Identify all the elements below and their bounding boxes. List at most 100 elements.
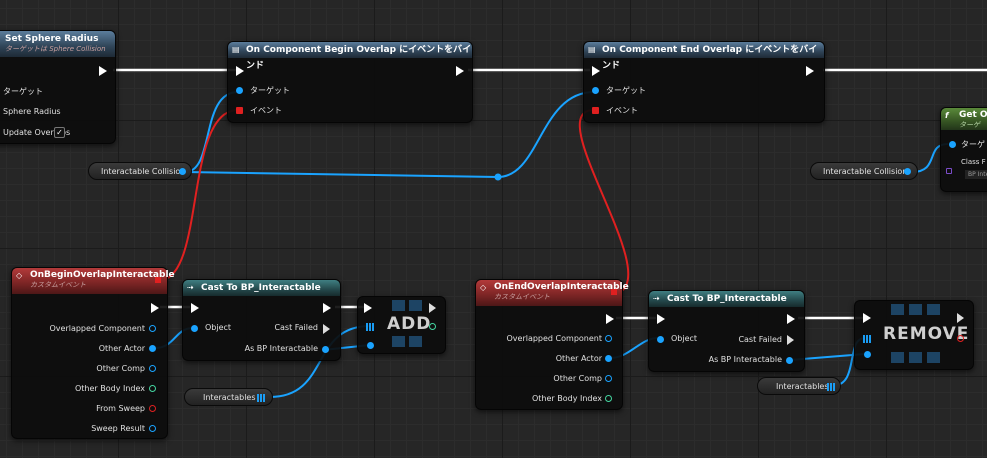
cast-to-bp-interactable-node[interactable]: ⇢ Cast To BP_Interactable Object Cast Fa… bbox=[182, 279, 341, 361]
other-body-index-pin[interactable] bbox=[149, 385, 156, 392]
index-out-pin[interactable] bbox=[429, 323, 436, 330]
node-subtitle: ターゲットは Sphere Collision bbox=[5, 45, 106, 53]
event-pin[interactable] bbox=[592, 107, 599, 114]
exec-out-pin[interactable] bbox=[606, 314, 614, 324]
remove-label: REMOVE bbox=[883, 324, 970, 344]
object-pin[interactable] bbox=[191, 325, 198, 332]
pin-label-as-bp-interactable: As BP Interactable bbox=[244, 344, 318, 353]
pin-label-other-comp: Other Comp bbox=[96, 364, 145, 373]
interactables-variable[interactable]: Interactables bbox=[184, 388, 273, 406]
node-title: Set Sphere Radius bbox=[5, 34, 99, 44]
on-end-overlap-interactable-event[interactable]: ◇ OnEndOverlapInteractable カスタムイベント Over… bbox=[475, 279, 629, 410]
other-comp-pin[interactable] bbox=[149, 365, 156, 372]
event-diamond-icon: ◇ bbox=[480, 283, 487, 292]
return-bool-pin[interactable] bbox=[957, 335, 964, 342]
node-subtitle: カスタムイベント bbox=[494, 293, 550, 301]
exec-out-pin[interactable] bbox=[806, 66, 814, 76]
bind-end-overlap-node[interactable]: ▤ On Component End Overlap にイベントをバインド ター… bbox=[583, 41, 825, 123]
exec-out-pin[interactable] bbox=[151, 303, 159, 313]
target-pin[interactable] bbox=[592, 87, 599, 94]
variable-label: Interactable Collision bbox=[101, 167, 186, 176]
pin-label-cast-failed: Cast Failed bbox=[274, 323, 318, 332]
other-comp-pin[interactable] bbox=[605, 375, 612, 382]
array-cell-decoration bbox=[409, 300, 422, 311]
node-title: On Component Begin Overlap にイベントをバインド bbox=[246, 45, 472, 71]
variable-out-pin[interactable] bbox=[904, 168, 911, 175]
exec-out-pin[interactable] bbox=[787, 314, 795, 324]
exec-in-pin[interactable] bbox=[592, 66, 600, 76]
array-pin-icon[interactable] bbox=[863, 335, 871, 343]
event-pin[interactable] bbox=[236, 107, 243, 114]
array-cell-decoration bbox=[909, 304, 922, 315]
pin-label-other-actor: Other Actor bbox=[98, 344, 145, 353]
pin-label-class-filter: Class F bbox=[961, 158, 986, 166]
from-sweep-pin[interactable] bbox=[149, 405, 156, 412]
target-pin[interactable] bbox=[949, 141, 956, 148]
array-cell-decoration bbox=[891, 304, 904, 315]
interactable-collision-variable[interactable]: Interactable Collision bbox=[810, 162, 918, 180]
class-filter-value[interactable]: BP Inte bbox=[965, 170, 987, 179]
array-remove-node[interactable]: REMOVE bbox=[854, 300, 974, 370]
variable-label: Interactables bbox=[776, 382, 829, 391]
cast-to-bp-interactable-node[interactable]: ⇢ Cast To BP_Interactable Object Cast Fa… bbox=[648, 290, 805, 372]
other-body-index-pin[interactable] bbox=[605, 395, 612, 402]
variable-out-pin[interactable] bbox=[179, 168, 186, 175]
pin-label-other-body-index: Other Body Index bbox=[74, 384, 145, 393]
pin-label-target: ターゲット bbox=[606, 86, 646, 95]
class-filter-pin[interactable] bbox=[946, 168, 952, 174]
as-bp-interactable-pin[interactable] bbox=[786, 357, 793, 364]
object-pin[interactable] bbox=[657, 336, 664, 343]
event-delegate-pin[interactable] bbox=[611, 289, 617, 295]
item-pin[interactable] bbox=[367, 342, 374, 349]
other-actor-pin[interactable] bbox=[605, 355, 612, 362]
wire-reroute-node bbox=[494, 173, 502, 181]
array-pin-icon[interactable] bbox=[366, 323, 374, 331]
bind-begin-overlap-node[interactable]: ▤ On Component Begin Overlap にイベントをバインド … bbox=[227, 41, 473, 123]
node-title: Cast To BP_Interactable bbox=[201, 283, 321, 293]
exec-out-pin[interactable] bbox=[957, 313, 964, 323]
array-cell-decoration bbox=[927, 304, 940, 315]
sweep-result-pin[interactable] bbox=[149, 425, 156, 432]
pin-label-cast-failed: Cast Failed bbox=[738, 335, 782, 344]
array-pin-icon[interactable] bbox=[257, 394, 265, 402]
pin-label-overlapped-component: Overlapped Component bbox=[49, 324, 145, 333]
overlapped-component-pin[interactable] bbox=[605, 335, 612, 342]
set-sphere-radius-node[interactable]: Set Sphere Radius ターゲットは Sphere Collisio… bbox=[0, 30, 116, 144]
exec-in-pin[interactable] bbox=[364, 303, 372, 313]
array-add-node[interactable]: ADD bbox=[357, 296, 446, 354]
on-begin-overlap-interactable-event[interactable]: ◇ OnBeginOverlapInteractable カスタムイベント Ov… bbox=[11, 267, 175, 439]
update-overlaps-checkbox[interactable]: ✓ bbox=[54, 127, 65, 138]
function-f-icon: f bbox=[945, 111, 949, 120]
exec-in-pin[interactable] bbox=[236, 66, 244, 76]
pin-label-other-body-index: Other Body Index bbox=[531, 394, 602, 403]
node-title: OnEndOverlapInteractable bbox=[494, 282, 629, 292]
array-pin-icon[interactable] bbox=[827, 383, 835, 391]
interactables-variable[interactable]: Interactables bbox=[757, 377, 841, 395]
exec-in-pin[interactable] bbox=[191, 303, 199, 313]
pin-label-event: イベント bbox=[250, 106, 282, 115]
cast-failed-exec-pin[interactable] bbox=[787, 335, 794, 345]
interactable-collision-variable[interactable]: Interactable Collision bbox=[88, 162, 192, 180]
exec-out-pin[interactable] bbox=[429, 303, 436, 313]
function-icon: ▤ bbox=[588, 45, 596, 54]
cast-failed-exec-pin[interactable] bbox=[323, 324, 330, 334]
target-pin[interactable] bbox=[236, 87, 243, 94]
exec-out-pin[interactable] bbox=[99, 66, 107, 76]
event-delegate-pin[interactable] bbox=[155, 277, 161, 283]
exec-out-pin[interactable] bbox=[456, 66, 464, 76]
pin-label-sphere-radius: Sphere Radius bbox=[3, 107, 61, 116]
as-bp-interactable-pin[interactable] bbox=[322, 346, 329, 353]
exec-out-pin[interactable] bbox=[323, 303, 331, 313]
exec-in-pin[interactable] bbox=[657, 314, 665, 324]
pin-label-object: Object bbox=[671, 334, 698, 343]
event-diamond-icon: ◇ bbox=[16, 271, 23, 280]
other-actor-pin[interactable] bbox=[149, 345, 156, 352]
get-overlapping-actors-node[interactable]: f Get Ov ターゲ ターゲ Class F BP Inte bbox=[940, 107, 987, 192]
overlapped-component-pin[interactable] bbox=[149, 325, 156, 332]
node-title: OnBeginOverlapInteractable bbox=[30, 270, 175, 280]
variable-label: Interactables bbox=[203, 393, 256, 402]
variable-label: Interactable Collision bbox=[823, 167, 908, 176]
item-pin[interactable] bbox=[864, 351, 871, 358]
exec-in-pin[interactable] bbox=[863, 313, 871, 323]
node-subtitle: ターゲ bbox=[959, 121, 980, 129]
